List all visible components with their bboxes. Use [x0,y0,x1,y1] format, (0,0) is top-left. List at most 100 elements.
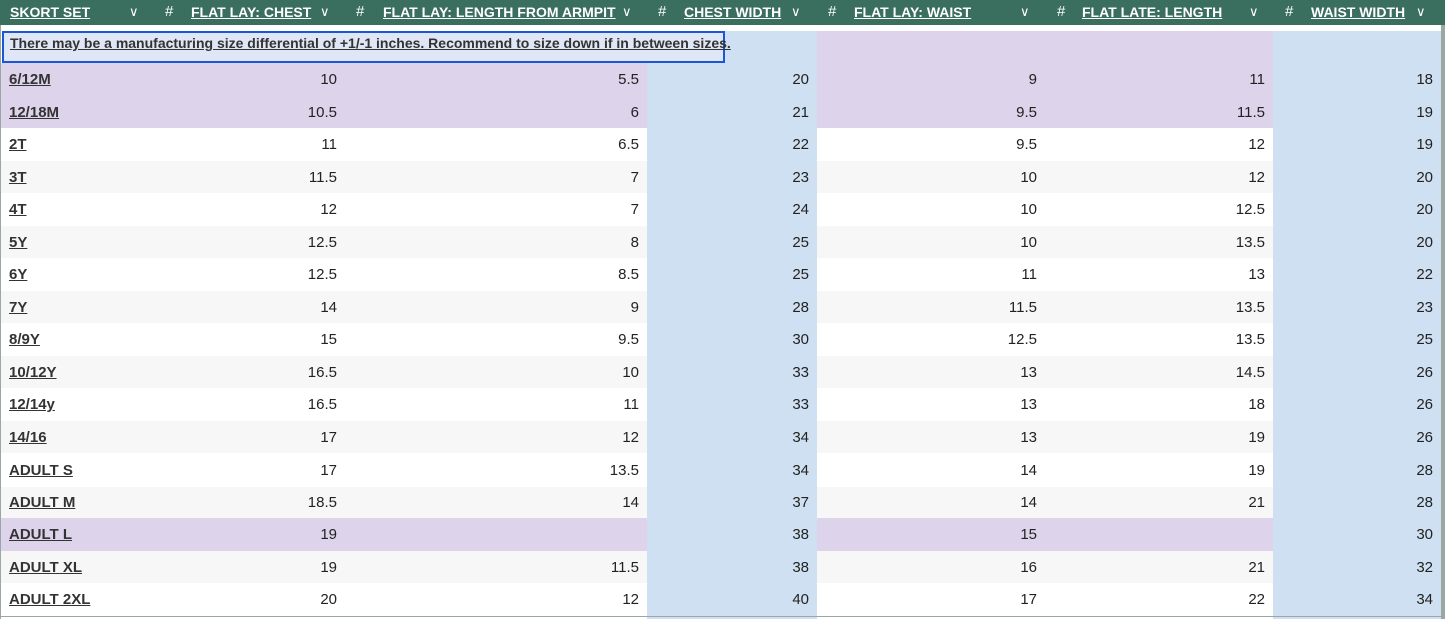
cell-flat-lay-chest[interactable]: 18.5 [154,487,337,518]
spreadsheet-grid[interactable]: SKORT SET ∨ # FLAT LAY: CHEST ∨ # FLAT LAY: LE… [0,0,1445,619]
cell-flat-lay-chest[interactable]: 19 [154,551,337,583]
cell-flat-lay-chest[interactable]: 12.5 [154,226,337,258]
cell-flat-lay-length-from-armpit[interactable]: 12 [345,583,639,616]
cell-flat-lay-chest[interactable]: 17 [154,421,337,453]
cell-flat-lay-waist[interactable]: 10 [817,226,1037,258]
cell-waist-width[interactable]: 20 [1273,161,1433,193]
cell-chest-width[interactable]: 33 [647,356,809,388]
cell-flat-lay-waist[interactable]: 17 [817,583,1037,616]
cell-chest-width[interactable]: 22 [647,128,809,161]
size-label[interactable]: 5Y [9,226,27,258]
table-row[interactable]: 12/18M 10.5 6 21 9.5 11.5 19 [0,96,1441,128]
table-row[interactable]: 14/16 17 12 34 13 19 26 [0,421,1441,453]
cell-waist-width[interactable]: 26 [1273,388,1433,421]
cell-chest-width[interactable]: 38 [647,518,809,551]
table-row[interactable]: 6Y 12.5 8.5 25 11 13 22 [0,258,1441,291]
size-label[interactable]: 14/16 [9,421,47,453]
cell-flat-lay-waist[interactable]: 13 [817,388,1037,421]
cell-flat-lay-waist[interactable]: 16 [817,551,1037,583]
cell-flat-lay-chest[interactable]: 14 [154,291,337,323]
cell-flat-late-length[interactable]: 11.5 [1045,96,1265,128]
table-row[interactable]: 2T 11 6.5 22 9.5 12 19 [0,128,1441,161]
column-header-flat-lay-chest[interactable]: # FLAT LAY: CHEST ∨ [154,0,345,25]
cell-waist-width[interactable]: 32 [1273,551,1433,583]
cell-flat-lay-chest[interactable]: 12.5 [154,258,337,291]
table-row[interactable]: 10/12Y 16.5 10 33 13 14.5 26 [0,356,1441,388]
cell-flat-lay-waist[interactable]: 9.5 [817,96,1037,128]
cell-chest-width[interactable]: 40 [647,583,809,616]
cell-flat-late-length[interactable]: 22 [1045,583,1265,616]
cell-flat-late-length[interactable]: 13.5 [1045,291,1265,323]
column-header-flat-lay-length-from-armpit[interactable]: # FLAT LAY: LENGTH FROM ARMPIT ∨ [345,0,647,25]
table-row[interactable]: 5Y 12.5 8 25 10 13.5 20 [0,226,1441,258]
chevron-down-icon[interactable]: ∨ [1020,0,1030,24]
column-header-flat-late-length[interactable]: # FLAT LATE: LENGTH ∨ [1045,0,1273,25]
cell-flat-lay-waist[interactable]: 10 [817,161,1037,193]
cell-flat-lay-waist[interactable]: 11.5 [817,291,1037,323]
cell-flat-lay-chest[interactable]: 15 [154,323,337,356]
cell-waist-width[interactable]: 25 [1273,323,1433,356]
cell-waist-width[interactable]: 34 [1273,583,1433,616]
cell-flat-lay-length-from-armpit[interactable]: 10 [345,356,639,388]
cell-flat-lay-length-from-armpit[interactable]: 11 [345,388,639,421]
table-row[interactable]: ADULT L 19 38 15 30 [0,518,1441,551]
column-header-flat-lay-waist[interactable]: # FLAT LAY: WAIST ∨ [817,0,1045,25]
size-label[interactable]: 6/12M [9,63,51,96]
cell-flat-lay-waist[interactable]: 13 [817,421,1037,453]
cell-chest-width[interactable]: 23 [647,161,809,193]
size-label[interactable]: 6Y [9,258,27,291]
cell-waist-width[interactable]: 22 [1273,258,1433,291]
cell-flat-lay-waist[interactable]: 9.5 [817,128,1037,161]
size-label[interactable]: ADULT S [9,453,73,487]
size-label[interactable]: 12/14y [9,388,55,421]
cell-waist-width[interactable]: 19 [1273,128,1433,161]
cell-waist-width[interactable]: 28 [1273,487,1433,518]
cell-flat-lay-length-from-armpit[interactable]: 8 [345,226,639,258]
cell-flat-lay-chest[interactable]: 11.5 [154,161,337,193]
size-label[interactable]: ADULT M [9,487,75,518]
cell-flat-late-length[interactable]: 13.5 [1045,226,1265,258]
table-row[interactable]: ADULT S 17 13.5 34 14 19 28 [0,453,1441,487]
table-row[interactable]: 12/14y 16.5 11 33 13 18 26 [0,388,1441,421]
cell-flat-lay-chest[interactable]: 20 [154,583,337,616]
cell-chest-width[interactable]: 37 [647,487,809,518]
cell-flat-lay-length-from-armpit[interactable]: 11.5 [345,551,639,583]
cell-flat-lay-chest[interactable]: 10 [154,63,337,96]
chevron-down-icon[interactable]: ∨ [1416,0,1426,24]
size-label[interactable]: ADULT XL [9,551,82,583]
cell-waist-width[interactable]: 26 [1273,356,1433,388]
vertical-scrollbar[interactable] [1441,25,1445,619]
cell-flat-lay-chest[interactable]: 16.5 [154,388,337,421]
cell-chest-width[interactable]: 25 [647,226,809,258]
table-row[interactable]: 6/12M 10 5.5 20 9 11 18 [0,63,1441,96]
size-label[interactable]: ADULT L [9,518,72,551]
cell-flat-lay-length-from-armpit[interactable]: 5.5 [345,63,639,96]
cell-flat-lay-chest[interactable]: 19 [154,518,337,551]
cell-flat-lay-length-from-armpit[interactable]: 12 [345,421,639,453]
cell-flat-late-length[interactable]: 12.5 [1045,193,1265,226]
cell-flat-lay-chest[interactable]: 10.5 [154,96,337,128]
cell-flat-lay-chest[interactable]: 11 [154,128,337,161]
cell-chest-width[interactable]: 21 [647,96,809,128]
cell-flat-late-length[interactable]: 12 [1045,161,1265,193]
chevron-down-icon[interactable]: ∨ [791,0,801,24]
cell-flat-lay-waist[interactable]: 11 [817,258,1037,291]
cell-flat-lay-length-from-armpit[interactable]: 6 [345,96,639,128]
size-label[interactable]: ADULT 2XL [9,583,90,616]
cell-flat-late-length[interactable]: 12 [1045,128,1265,161]
cell-flat-late-length[interactable] [1045,518,1265,551]
size-label[interactable]: 12/18M [9,96,59,128]
cell-flat-late-length[interactable]: 13.5 [1045,323,1265,356]
cell-flat-lay-chest[interactable]: 12 [154,193,337,226]
chevron-down-icon[interactable]: ∨ [622,0,632,24]
cell-flat-lay-waist[interactable]: 10 [817,193,1037,226]
table-row[interactable]: 3T 11.5 7 23 10 12 20 [0,161,1441,193]
cell-flat-late-length[interactable]: 11 [1045,63,1265,96]
cell-flat-lay-length-from-armpit[interactable] [345,518,639,551]
cell-waist-width[interactable]: 20 [1273,226,1433,258]
size-note[interactable]: There may be a manufacturing size differ… [10,35,731,51]
cell-flat-lay-length-from-armpit[interactable]: 13.5 [345,453,639,487]
cell-flat-late-length[interactable]: 21 [1045,487,1265,518]
table-row[interactable]: 4T 12 7 24 10 12.5 20 [0,193,1441,226]
cell-waist-width[interactable]: 26 [1273,421,1433,453]
